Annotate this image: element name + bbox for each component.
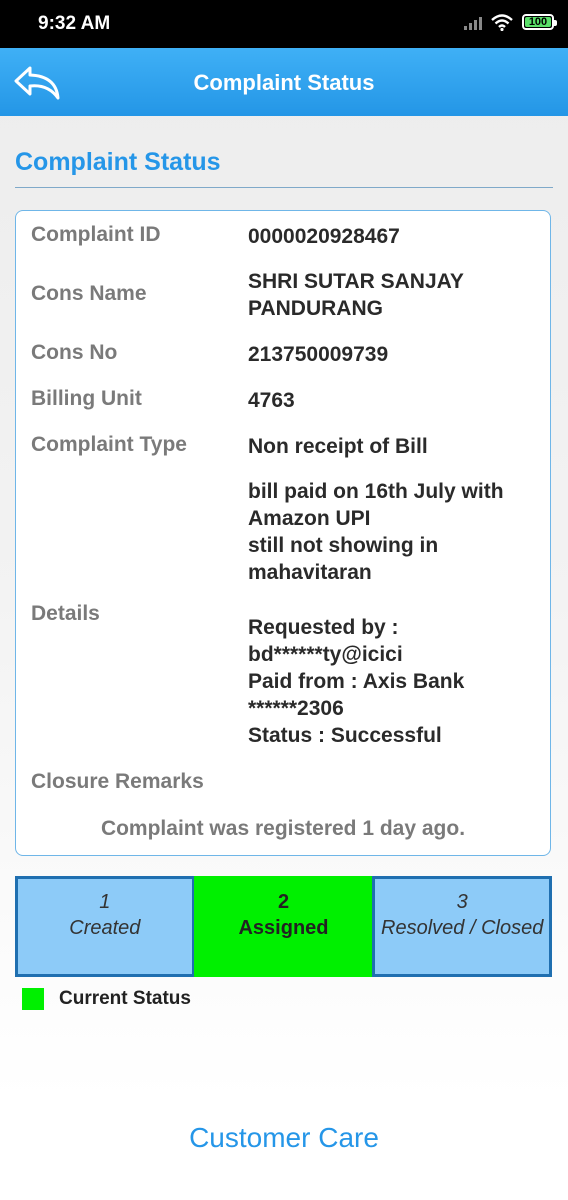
complaint-type-value: Non receipt of Bill: [248, 435, 428, 458]
app-bar: Complaint Status: [0, 48, 568, 116]
step-resolved-closed: 3 Resolved / Closed: [372, 876, 553, 977]
details-line: Paid from : Axis Bank: [248, 670, 465, 693]
legend: Current Status: [22, 988, 191, 1010]
step-created: 1 Created: [15, 876, 195, 977]
battery-level: 100: [528, 16, 548, 28]
cons-name-line: SHRI SUTAR SANJAY: [248, 270, 464, 293]
signal-icon: [464, 14, 482, 30]
billing-unit-label: Billing Unit: [31, 387, 142, 410]
step-label: Resolved / Closed: [381, 917, 544, 939]
complaint-id-label: Complaint ID: [31, 223, 161, 246]
details-line: Status : Successful: [248, 724, 442, 747]
details-line: bd******ty@icici: [248, 643, 403, 666]
section-divider: [15, 187, 553, 188]
details-label: Details: [31, 602, 100, 625]
section-title: Complaint Status: [15, 148, 221, 176]
step-assigned: 2 Assigned: [193, 876, 374, 977]
step-label: Created: [69, 917, 141, 939]
cons-name-label: Cons Name: [31, 282, 147, 305]
customer-care-link[interactable]: Customer Care: [0, 1122, 568, 1154]
details-line: Requested by :: [248, 616, 399, 639]
complaint-id-value: 0000020928467: [248, 225, 400, 248]
battery-icon: 100: [522, 14, 557, 30]
step-label: Assigned: [238, 917, 329, 939]
details-line: still not showing in: [248, 534, 439, 557]
cons-name-value: SHRI SUTAR SANJAY PANDURANG: [248, 268, 538, 322]
app-bar-title: Complaint Status: [193, 70, 375, 95]
details-line: mahavitaran: [248, 561, 372, 584]
wifi-icon: [491, 14, 513, 31]
cons-no-label: Cons No: [31, 341, 118, 364]
legend-label: Current Status: [59, 988, 191, 1009]
clock: 9:32 AM: [38, 13, 111, 34]
complaint-details-card: Complaint ID 0000020928467 Cons Name SHR…: [15, 210, 551, 856]
step-number: 1: [99, 891, 111, 913]
current-status-swatch: [22, 988, 44, 1010]
step-number: 3: [456, 891, 468, 913]
step-number: 2: [277, 891, 290, 913]
details-line: ******2306: [248, 697, 344, 720]
details-value: bill paid on 16th July with Amazon UPI s…: [248, 478, 538, 749]
details-line: Amazon UPI: [248, 507, 371, 530]
complaint-type-label: Complaint Type: [31, 433, 187, 456]
billing-unit-value: 4763: [248, 389, 295, 412]
details-line: bill paid on 16th July with: [248, 480, 504, 503]
registered-note: Complaint was registered 1 day ago.: [100, 817, 466, 840]
closure-remarks-label: Closure Remarks: [31, 770, 204, 793]
cons-no-value: 213750009739: [248, 343, 389, 366]
status-bar: 9:32 AM 100: [0, 0, 568, 48]
cons-name-line: PANDURANG: [248, 297, 383, 320]
status-progress: 1 Created 2 Assigned 3 Resolved / Closed: [15, 876, 553, 977]
